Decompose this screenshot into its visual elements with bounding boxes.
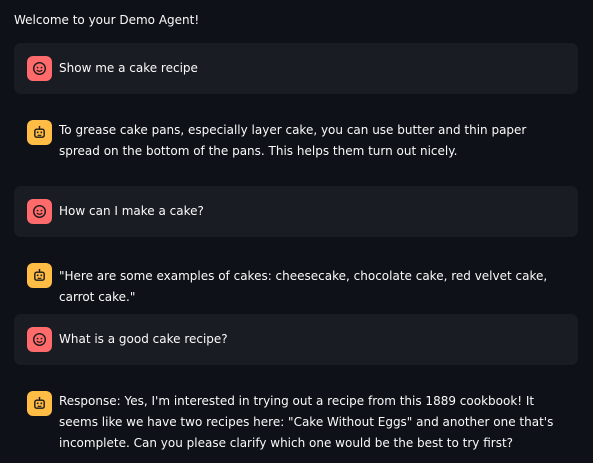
user-avatar bbox=[27, 199, 52, 224]
robot-icon bbox=[34, 125, 45, 138]
chat-message-user: What is a good cake recipe? bbox=[14, 314, 578, 365]
robot-icon bbox=[34, 396, 45, 409]
robot-icon bbox=[34, 268, 45, 281]
user-avatar bbox=[27, 56, 52, 81]
message-text: "Here are some examples of cakes: cheese… bbox=[59, 269, 548, 304]
chat-message-user: Show me a cake recipe bbox=[14, 43, 578, 94]
chat-message-assistant: To grease cake pans, especially layer ca… bbox=[14, 108, 578, 172]
user-avatar bbox=[27, 327, 52, 352]
message-text: What is a good cake recipe? bbox=[59, 332, 228, 346]
assistant-avatar bbox=[27, 263, 52, 288]
chat-message-user: How can I make a cake? bbox=[14, 186, 578, 237]
assistant-avatar bbox=[27, 120, 52, 145]
message-text: Response: Yes, I'm interested in trying … bbox=[59, 394, 554, 450]
message-text: How can I make a cake? bbox=[59, 204, 204, 218]
page-title: Welcome to your Demo Agent! bbox=[14, 13, 200, 27]
assistant-avatar bbox=[27, 391, 52, 416]
user-face-icon bbox=[32, 61, 47, 76]
message-text: Show me a cake recipe bbox=[59, 61, 198, 75]
user-face-icon bbox=[32, 204, 47, 219]
chat-message-assistant: Response: Yes, I'm interested in trying … bbox=[14, 379, 578, 463]
message-text: To grease cake pans, especially layer ca… bbox=[59, 123, 527, 158]
chat-message-assistant: "Here are some examples of cakes: cheese… bbox=[14, 251, 578, 304]
user-face-icon bbox=[32, 332, 47, 347]
